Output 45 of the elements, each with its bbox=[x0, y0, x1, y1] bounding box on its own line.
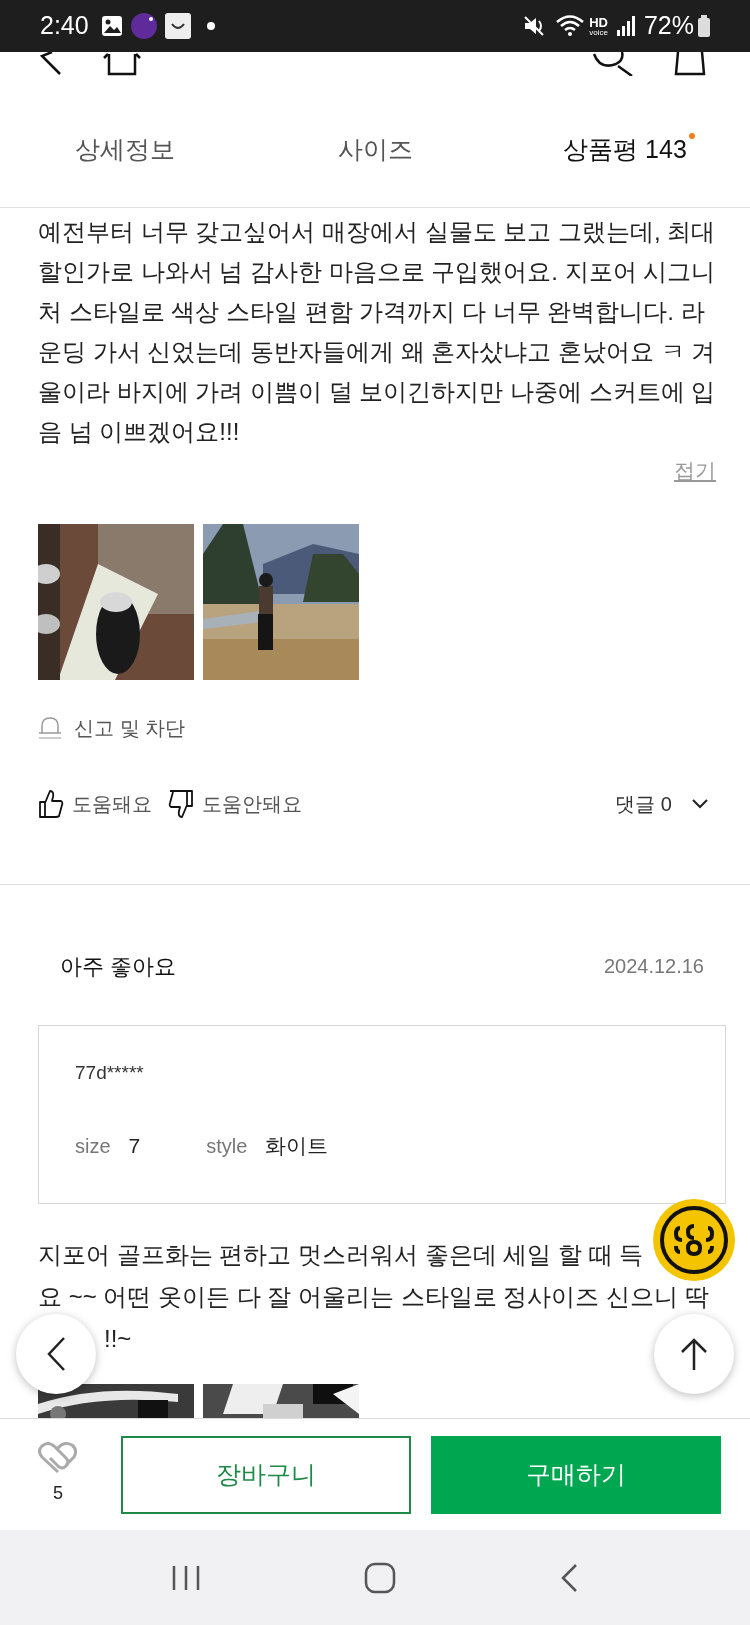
comments-toggle[interactable]: 댓글 0 bbox=[615, 789, 708, 819]
battery-percent: 72% bbox=[643, 10, 694, 42]
tab[interactable]: 상품평 143 bbox=[563, 130, 687, 169]
option-name: style bbox=[206, 1134, 248, 1159]
option-name: size bbox=[75, 1134, 111, 1159]
review-text: !!~ bbox=[104, 1325, 132, 1352]
back-icon[interactable] bbox=[40, 52, 62, 76]
search-icon[interactable] bbox=[592, 52, 634, 76]
review-text: 예전부터 너무 갖고싶어서 매장에서 실물도 보고 그랬는데, 최대 할인가로 나와서 넘 감사한 마음으로 구입했어요. 지포어 시그니 처 스타일로 색상 스타일 편함 가격까지 다 너무 완벽합니다. 라 운딩 가서 신었는데 동반자들에게 왜 혼자샀냐고 혼났어요 ㅋ 겨 울이라 바지에 가려 이쁨이 덜 보이긴하지만 나중에 스커트에 입 음 넘 이쁘겠어요!!! bbox=[37, 217, 717, 447]
hd-sublabel: voice bbox=[589, 28, 608, 37]
option-value: 7 bbox=[128, 1133, 141, 1160]
thumbs-down-icon bbox=[168, 789, 194, 819]
tab[interactable]: 상세정보 bbox=[75, 130, 175, 169]
like-count: 5 bbox=[53, 1482, 63, 1505]
arrow-up-icon bbox=[679, 1337, 709, 1371]
hd-label: HD bbox=[589, 15, 608, 29]
brand-logo-icon[interactable] bbox=[652, 1198, 736, 1282]
home-icon[interactable] bbox=[102, 52, 142, 76]
battery-icon bbox=[698, 15, 710, 37]
review-text: 지포어 골프화는 편하고 멋스러워서 좋은데 세일 할 때 득 요 ~~ 어떤 옷이든 다 잘 어울리는 스타일로 정사이즈 신으니 딱 bbox=[38, 1241, 709, 1310]
wifi-icon bbox=[555, 14, 586, 38]
app-icon bbox=[130, 13, 157, 39]
reviewer-id: 77d***** bbox=[75, 1061, 145, 1085]
scroll-top-button[interactable] bbox=[654, 1314, 734, 1394]
report-link[interactable]: 신고 및 차단 bbox=[74, 713, 186, 743]
home-button-icon[interactable] bbox=[364, 1561, 396, 1594]
chevron-down-icon bbox=[692, 799, 708, 809]
chevron-left-icon bbox=[46, 1336, 66, 1372]
shopping-bag-icon bbox=[164, 13, 191, 39]
status-time: 2:40 bbox=[40, 10, 89, 42]
tab[interactable]: 사이즈 bbox=[337, 130, 413, 169]
shopping-bag-icon[interactable] bbox=[674, 52, 706, 76]
review-date: 2024.12.16 bbox=[603, 954, 704, 979]
unhelpful-button[interactable]: 도움안돼요 bbox=[168, 789, 302, 819]
thumbs-up-icon bbox=[38, 789, 64, 819]
review-title: 아주 좋아요 bbox=[60, 952, 177, 981]
notification-dot-icon bbox=[206, 22, 215, 30]
option-value: 화이트 bbox=[265, 1133, 329, 1160]
previous-button[interactable] bbox=[16, 1314, 96, 1394]
recent-apps-icon[interactable] bbox=[171, 1563, 202, 1592]
cart-button[interactable]: 장바구니 bbox=[121, 1435, 411, 1514]
signal-icon bbox=[615, 16, 636, 36]
bell-icon[interactable] bbox=[38, 717, 62, 739]
helpful-button[interactable]: 도움돼요 bbox=[38, 789, 152, 819]
image-icon bbox=[100, 15, 123, 37]
